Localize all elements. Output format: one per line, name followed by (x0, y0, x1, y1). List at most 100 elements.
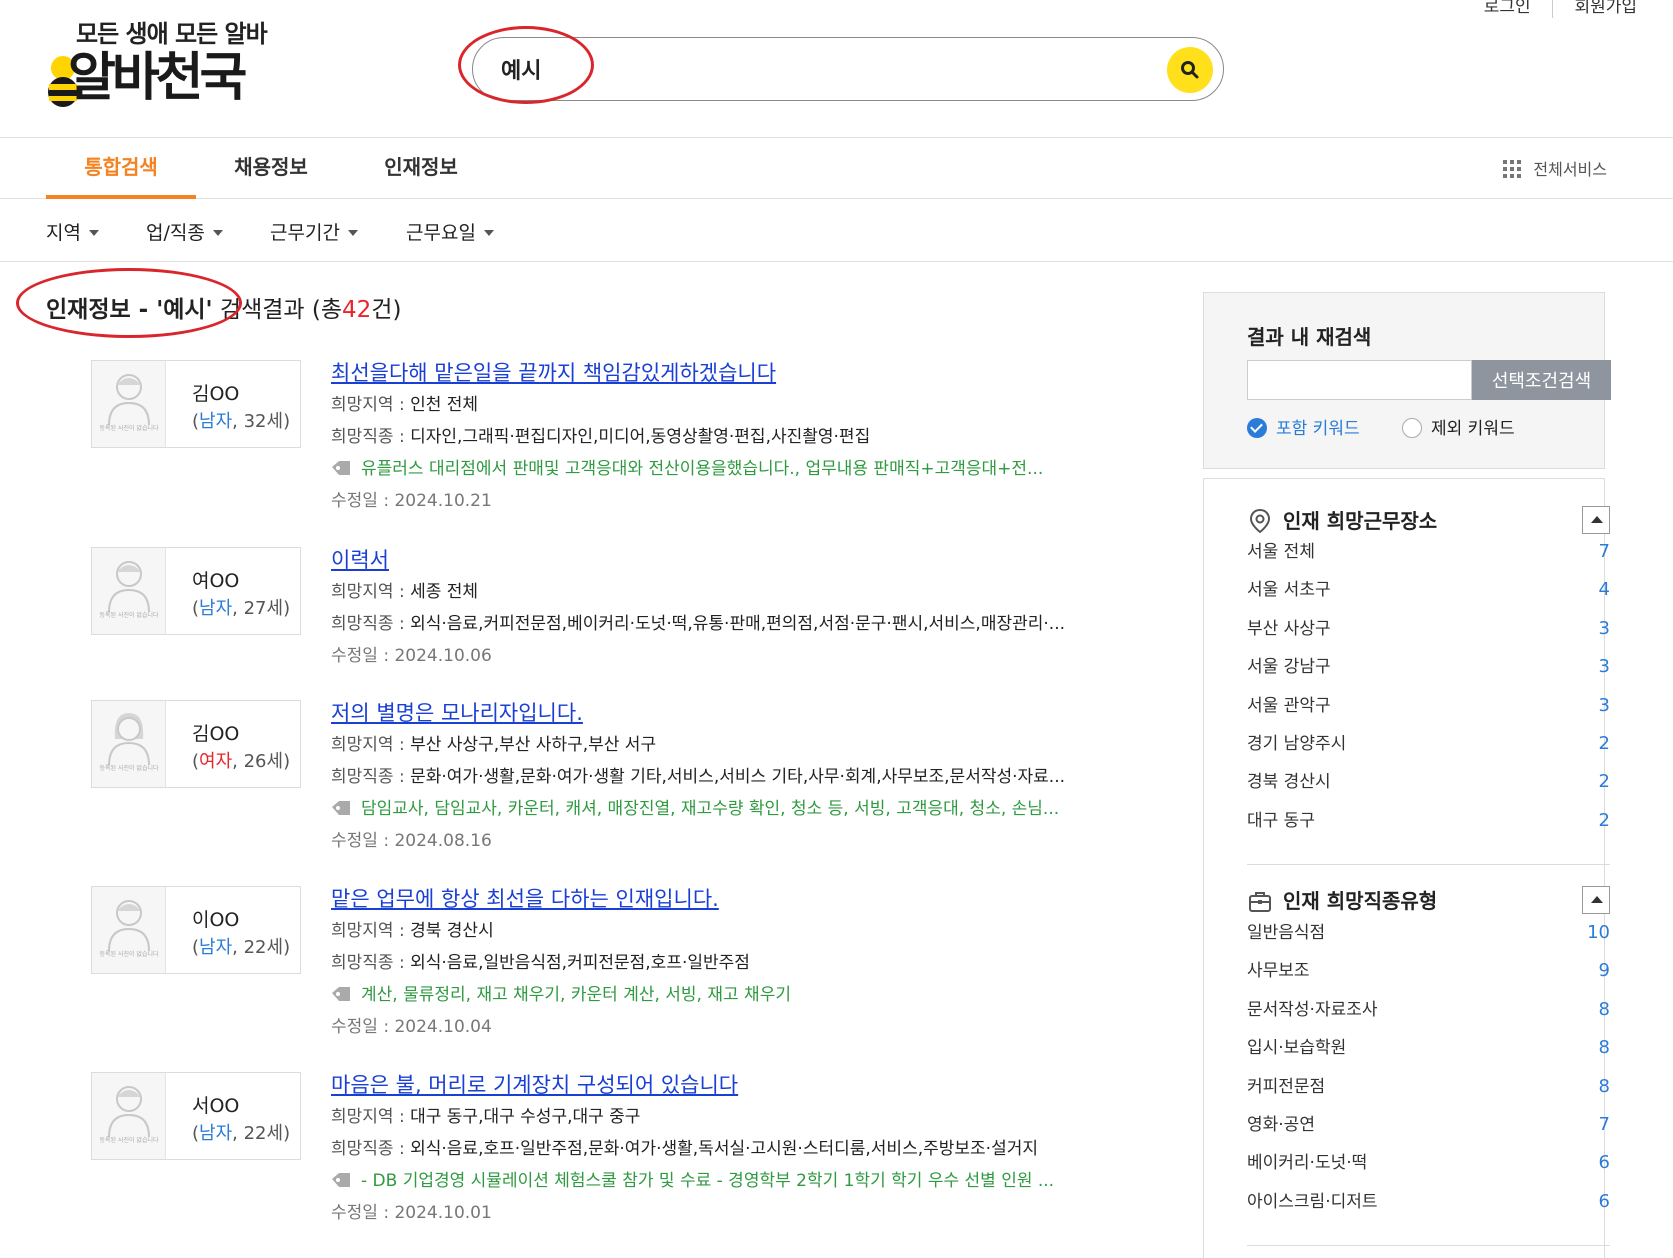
facet-job-item[interactable]: 사무보조 9 (1247, 954, 1610, 992)
profile-card[interactable]: 등록된 사진이 없습니다 여OO (남자, 27세) (91, 547, 301, 635)
briefcase-icon (1249, 892, 1271, 912)
experience-tags: 유플러스 대리점에서 판매및 고객응대와 전산이용을했습니다., 업무내용 판매… (361, 459, 1044, 479)
facet-job-item[interactable]: 아이스크림·디저트 6 (1247, 1185, 1610, 1223)
desired-region-value: 인천 전체 (410, 395, 479, 415)
tag-icon (332, 1173, 350, 1187)
avatar-placeholder: 등록된 사진이 없습니다 (92, 887, 166, 973)
tab-integrated-search[interactable]: 통합검색 (46, 139, 196, 199)
facet-region-item[interactable]: 서울 강남구 3 (1247, 650, 1610, 688)
facet-item-count: 7 (1598, 1113, 1610, 1135)
search-input[interactable] (501, 46, 1141, 92)
caret-down-icon (88, 230, 99, 236)
profile-card[interactable]: 등록된 사진이 없습니다 김OO (여자, 26세) (91, 700, 301, 788)
profile-card[interactable]: 등록된 사진이 없습니다 서OO (남자, 22세) (91, 1072, 301, 1160)
filter-job-category[interactable]: 업/직종 (146, 218, 223, 245)
login-link[interactable]: 로그인 (1484, 0, 1531, 17)
filter-work-days[interactable]: 근무요일 (406, 218, 494, 245)
modified-date-row: 수정일 : 2024.10.04 (331, 1014, 1131, 1040)
result-count: 42 (342, 297, 372, 323)
caret-down-icon (212, 230, 223, 236)
profile-card[interactable]: 등록된 사진이 없습니다 김OO (남자, 32세) (91, 360, 301, 448)
profile-card[interactable]: 등록된 사진이 없습니다 이OO (남자, 22세) (91, 886, 301, 974)
refine-search-button[interactable]: 선택조건검색 (1472, 360, 1611, 400)
all-services-button[interactable]: 전체서비스 (1503, 156, 1607, 180)
desired-region-row: 희망지역 : 부산 사상구,부산 사하구,부산 서구 (331, 732, 1131, 758)
modified-label: 수정일 : (331, 1017, 395, 1037)
facet-job-item[interactable]: 일반음식점 10 (1247, 916, 1610, 954)
filter-work-period[interactable]: 근무기간 (270, 218, 358, 245)
result-title-link[interactable]: 최선을다해 맡은일을 끝까지 책임감있게하겠습니다 (331, 360, 1131, 386)
facet-job-item[interactable]: 문서작성·자료조사 8 (1247, 993, 1610, 1031)
modified-date: 2024.10.04 (394, 1017, 492, 1037)
facet-item-count: 3 (1598, 656, 1610, 678)
desired-job-row: 희망직종 : 외식·음료,호프·일반주점,문화·여가·생활,독서실·고시원·스터… (331, 1136, 1131, 1162)
facet-item-label: 서울 강남구 (1247, 657, 1331, 678)
facet-item-count: 6 (1598, 1190, 1610, 1212)
desired-region-label: 희망지역 : (331, 921, 411, 941)
facet-region-item[interactable]: 서울 서초구 4 (1247, 573, 1610, 611)
modified-date: 2024.08.16 (394, 831, 492, 851)
desired-region-label: 희망지역 : (331, 1107, 411, 1127)
collapse-job-button[interactable] (1582, 886, 1610, 914)
facet-item-label: 베이커리·도넛·떡 (1247, 1153, 1368, 1174)
experience-tags-row: - DB 기업경영 시뮬레이션 체험스쿨 참가 및 수료 - 경영학부 2학기 … (331, 1168, 1131, 1194)
facet-region-item[interactable]: 부산 사상구 3 (1247, 612, 1610, 650)
profile-gender-age: (여자, 26세) (192, 751, 291, 772)
refine-search-panel: 결과 내 재검색 선택조건검색 포함 키워드 제외 키워드 (1203, 292, 1611, 469)
facet-item-label: 아이스크림·디저트 (1247, 1191, 1378, 1212)
facet-region-item[interactable]: 경기 남양주시 2 (1247, 727, 1610, 765)
facet-region-item[interactable]: 서울 전체 7 (1247, 535, 1610, 573)
facet-region-item[interactable]: 경북 경산시 2 (1247, 765, 1610, 803)
filter-region[interactable]: 지역 (46, 218, 99, 245)
female-avatar-icon (108, 713, 150, 765)
exclude-keyword-radio[interactable]: 제외 키워드 (1402, 414, 1515, 439)
result-title-link[interactable]: 이력서 (331, 547, 1131, 573)
facet-job-item[interactable]: 입시·보습학원 8 (1247, 1031, 1610, 1069)
profile-age: , 22세) (232, 937, 291, 958)
facet-divider (1247, 1245, 1610, 1246)
profile-age: , 32세) (232, 411, 291, 432)
avatar-placeholder: 등록된 사진이 없습니다 (92, 701, 166, 787)
result-title-link[interactable]: 저의 별명은 모나리자입니다. (331, 700, 1131, 726)
result-title-link[interactable]: 마음은 불, 머리로 기계장치 구성되어 있습니다 (331, 1072, 1131, 1098)
facet-job-title: 인재 희망직종유형 (1247, 885, 1437, 914)
albamon-logo[interactable]: 모든 생애 모든 알바 알바천국 (46, 14, 286, 108)
facet-item-label: 경북 경산시 (1247, 772, 1331, 793)
filter-job-category-label: 업/직종 (146, 222, 205, 244)
desired-region-row: 희망지역 : 대구 동구,대구 수성구,대구 중구 (331, 1104, 1131, 1130)
modified-date: 2024.10.21 (394, 491, 492, 511)
facet-item-label: 입시·보습학원 (1247, 1038, 1347, 1059)
profile-name: 김OO (192, 383, 240, 405)
refine-search-input[interactable] (1247, 360, 1472, 400)
desired-job-value: 외식·음료,일반음식점,커피전문점,호프·일반주점 (410, 953, 750, 973)
search-box (472, 37, 1224, 101)
desired-job-label: 희망직종 : (331, 953, 411, 973)
profile-gender-age: (남자, 22세) (192, 1123, 291, 1144)
facet-item-count: 10 (1587, 922, 1610, 943)
facet-job-item[interactable]: 커피전문점 8 (1247, 1070, 1610, 1108)
collapse-region-button[interactable] (1582, 506, 1610, 534)
tag-icon (332, 801, 350, 815)
tab-job-info[interactable]: 채용정보 (196, 139, 346, 199)
search-button[interactable] (1167, 47, 1213, 93)
desired-job-label: 희망직종 : (331, 427, 411, 447)
tab-talent-info[interactable]: 인재정보 (346, 139, 496, 199)
result-title-link[interactable]: 맡은 업무에 항상 최선을 다하는 인재입니다. (331, 886, 1131, 912)
facet-region-item[interactable]: 서울 관악구 3 (1247, 689, 1610, 727)
facet-job-item[interactable]: 영화·공연 7 (1247, 1108, 1610, 1146)
profile-name: 김OO (192, 723, 240, 745)
logo-slogan: 모든 생애 모든 알바 (76, 20, 268, 48)
experience-tags: 담임교사, 담임교사, 카운터, 캐셔, 매장진열, 재고수량 확인, 청소 등… (361, 799, 1060, 819)
male-avatar-icon (108, 1086, 150, 1137)
filter-bar: 지역 업/직종 근무기간 근무요일 (0, 200, 1673, 262)
experience-tags: 계산, 물류정리, 재고 채우기, 카운터 계산, 서빙, 재고 채우기 (361, 985, 791, 1005)
profile-gender: 남자 (199, 598, 233, 619)
include-keyword-radio[interactable]: 포함 키워드 (1247, 414, 1360, 439)
no-photo-text: 등록된 사진이 없습니다 (99, 765, 159, 772)
caret-down-icon (347, 230, 358, 236)
facet-region-item[interactable]: 대구 동구 2 (1247, 804, 1610, 842)
facet-job-item[interactable]: 베이커리·도넛·떡 6 (1247, 1146, 1610, 1184)
experience-tags-row: 유플러스 대리점에서 판매및 고객응대와 전산이용을했습니다., 업무내용 판매… (331, 456, 1131, 482)
desired-region-label: 희망지역 : (331, 735, 411, 755)
signup-link[interactable]: 회원가입 (1574, 0, 1637, 17)
